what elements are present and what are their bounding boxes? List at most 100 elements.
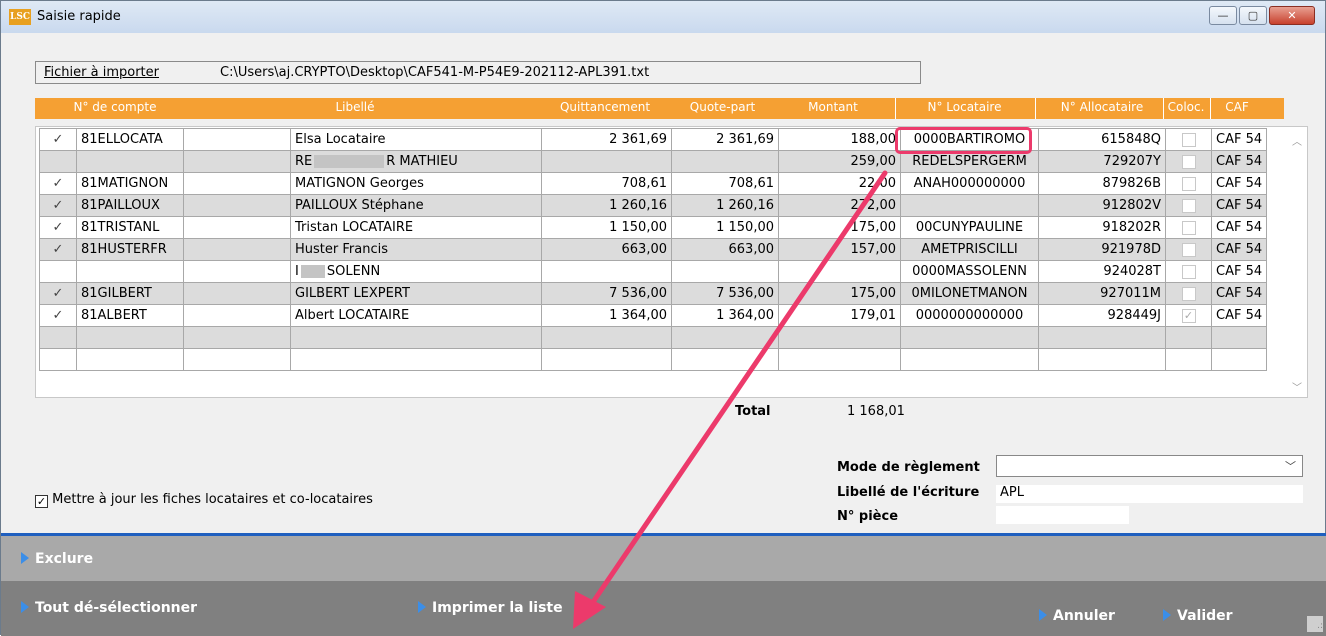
- cell-caf[interactable]: [1210, 326, 1268, 349]
- row-check-cell[interactable]: [39, 326, 77, 349]
- cell-compte[interactable]: 81TRISTANL: [76, 216, 184, 239]
- cell-montant[interactable]: [778, 326, 901, 349]
- tout-deselectionner-button[interactable]: Tout dé-sélectionner: [21, 600, 197, 616]
- cell-extra[interactable]: [183, 216, 291, 239]
- coloc-checkbox[interactable]: [1181, 286, 1196, 301]
- coloc-checkbox[interactable]: [1181, 132, 1196, 147]
- cell-allocataire[interactable]: 912802V: [1038, 194, 1166, 217]
- col-header-allocataire[interactable]: N° Allocataire: [1038, 100, 1166, 114]
- col-header-locataire[interactable]: N° Locataire: [897, 100, 1032, 114]
- cell-extra[interactable]: [183, 348, 291, 371]
- cell-locataire[interactable]: 0000000000000: [900, 304, 1039, 327]
- cell-quitt[interactable]: [541, 150, 672, 173]
- cell-coloc[interactable]: [1165, 216, 1212, 239]
- cell-locataire[interactable]: [900, 194, 1039, 217]
- col-header-caf[interactable]: CAF: [1211, 100, 1263, 114]
- cell-extra[interactable]: [183, 304, 291, 327]
- cell-compte[interactable]: 81PAILLOUX: [76, 194, 184, 217]
- cell-compte[interactable]: 81ALBERT: [76, 304, 184, 327]
- cell-coloc[interactable]: [1165, 238, 1212, 261]
- coloc-checkbox[interactable]: [1181, 198, 1196, 213]
- row-check-cell[interactable]: [39, 150, 77, 173]
- cell-caf[interactable]: CAF 54: [1210, 304, 1268, 327]
- cell-extra[interactable]: [183, 260, 291, 283]
- coloc-checkbox[interactable]: [1181, 264, 1196, 279]
- cell-quitt[interactable]: 1 260,16: [541, 194, 672, 217]
- cell-libelle[interactable]: Tristan LOCATAIRE: [290, 216, 542, 239]
- cell-coloc[interactable]: [1165, 326, 1212, 349]
- cell-compte[interactable]: 81HUSTERFR: [76, 238, 184, 261]
- valider-button[interactable]: Valider: [1163, 608, 1233, 624]
- cell-quote[interactable]: 663,00: [671, 238, 779, 261]
- cell-extra[interactable]: [183, 150, 291, 173]
- col-header-montant[interactable]: Montant: [777, 100, 889, 114]
- coloc-checkbox[interactable]: ✓: [1181, 308, 1196, 323]
- cell-libelle[interactable]: Albert LOCATAIRE: [290, 304, 542, 327]
- title-bar[interactable]: LSC Saisie rapide — ▢ ✕: [1, 1, 1325, 33]
- cell-extra[interactable]: [183, 172, 291, 195]
- cell-quote[interactable]: 1 150,00: [671, 216, 779, 239]
- cell-libelle[interactable]: RE R MATHIEU: [290, 150, 542, 173]
- cell-extra[interactable]: [183, 128, 291, 151]
- cell-libelle[interactable]: [290, 348, 542, 371]
- libelle-ecriture-input[interactable]: APL: [996, 485, 1303, 503]
- cell-extra[interactable]: [183, 326, 291, 349]
- cell-quitt[interactable]: 1 150,00: [541, 216, 672, 239]
- table-row[interactable]: ✓ 81GILBERT GILBERT LEXPERT 7 536,00 7 536,0…: [39, 282, 1268, 305]
- cell-allocataire[interactable]: 921978D: [1038, 238, 1166, 261]
- cell-locataire[interactable]: [900, 326, 1039, 349]
- cell-caf[interactable]: CAF 54: [1210, 128, 1268, 151]
- row-check-cell[interactable]: ✓: [39, 172, 77, 195]
- cell-compte[interactable]: [76, 150, 184, 173]
- cell-quitt[interactable]: 2 361,69: [541, 128, 672, 151]
- table-row[interactable]: ✓ 81ALBERT Albert LOCATAIRE 1 364,00 1 364,0…: [39, 304, 1268, 327]
- cell-libelle[interactable]: PAILLOUX Stéphane: [290, 194, 542, 217]
- cell-quitt[interactable]: 7 536,00: [541, 282, 672, 305]
- cell-compte[interactable]: 81GILBERT: [76, 282, 184, 305]
- cell-montant[interactable]: 188,00: [778, 128, 901, 151]
- cell-allocataire[interactable]: [1038, 348, 1166, 371]
- row-check-cell[interactable]: ✓: [39, 304, 77, 327]
- cell-montant[interactable]: 175,00: [778, 216, 901, 239]
- cell-caf[interactable]: [1210, 348, 1268, 371]
- cell-extra[interactable]: [183, 238, 291, 261]
- cell-coloc[interactable]: [1165, 150, 1212, 173]
- cell-caf[interactable]: CAF 54: [1210, 150, 1268, 173]
- scroll-down-icon[interactable]: ﹀: [1292, 379, 1302, 394]
- cell-compte[interactable]: [76, 348, 184, 371]
- cell-quote[interactable]: [671, 348, 779, 371]
- cell-allocataire[interactable]: 729207Y: [1038, 150, 1166, 173]
- cell-montant[interactable]: 179,01: [778, 304, 901, 327]
- cell-allocataire[interactable]: [1038, 326, 1166, 349]
- col-header-libelle[interactable]: Libellé: [290, 100, 420, 114]
- cell-caf[interactable]: CAF 54: [1210, 238, 1268, 261]
- row-check-cell[interactable]: [39, 260, 77, 283]
- grid-scrollbar[interactable]: ︿ ﹀: [1289, 129, 1305, 395]
- table-row[interactable]: I SOLENN 0000MASSOLENN 924028T CAF 54: [39, 260, 1268, 283]
- cell-montant[interactable]: [778, 348, 901, 371]
- cell-caf[interactable]: CAF 54: [1210, 194, 1268, 217]
- maximize-button[interactable]: ▢: [1239, 6, 1267, 25]
- chevron-down-icon[interactable]: ﹀: [1285, 458, 1296, 474]
- cell-libelle[interactable]: [290, 326, 542, 349]
- cell-montant[interactable]: 272,00: [778, 194, 901, 217]
- import-grid[interactable]: ✓ 81ELLOCATA Elsa Locataire 2 361,69 2 361,6…: [35, 126, 1308, 398]
- cell-allocataire[interactable]: 918202R: [1038, 216, 1166, 239]
- cell-allocataire[interactable]: 615848Q: [1038, 128, 1166, 151]
- cell-locataire[interactable]: AMETPRISCILLI: [900, 238, 1039, 261]
- imprimer-liste-button[interactable]: Imprimer la liste: [418, 600, 563, 616]
- cell-quote[interactable]: 7 536,00: [671, 282, 779, 305]
- row-check-cell[interactable]: ✓: [39, 238, 77, 261]
- cell-libelle[interactable]: MATIGNON Georges: [290, 172, 542, 195]
- cell-quote[interactable]: 1 260,16: [671, 194, 779, 217]
- cell-allocataire[interactable]: 928449J: [1038, 304, 1166, 327]
- row-check-cell[interactable]: ✓: [39, 282, 77, 305]
- cell-coloc[interactable]: [1165, 128, 1212, 151]
- cell-allocataire[interactable]: 924028T: [1038, 260, 1166, 283]
- cell-montant[interactable]: 22,00: [778, 172, 901, 195]
- cell-compte[interactable]: 81MATIGNON: [76, 172, 184, 195]
- table-row[interactable]: [39, 348, 1268, 371]
- cell-allocataire[interactable]: 879826B: [1038, 172, 1166, 195]
- coloc-checkbox[interactable]: [1181, 176, 1196, 191]
- table-row[interactable]: ✓ 81PAILLOUX PAILLOUX Stéphane 1 260,16 1 26…: [39, 194, 1268, 217]
